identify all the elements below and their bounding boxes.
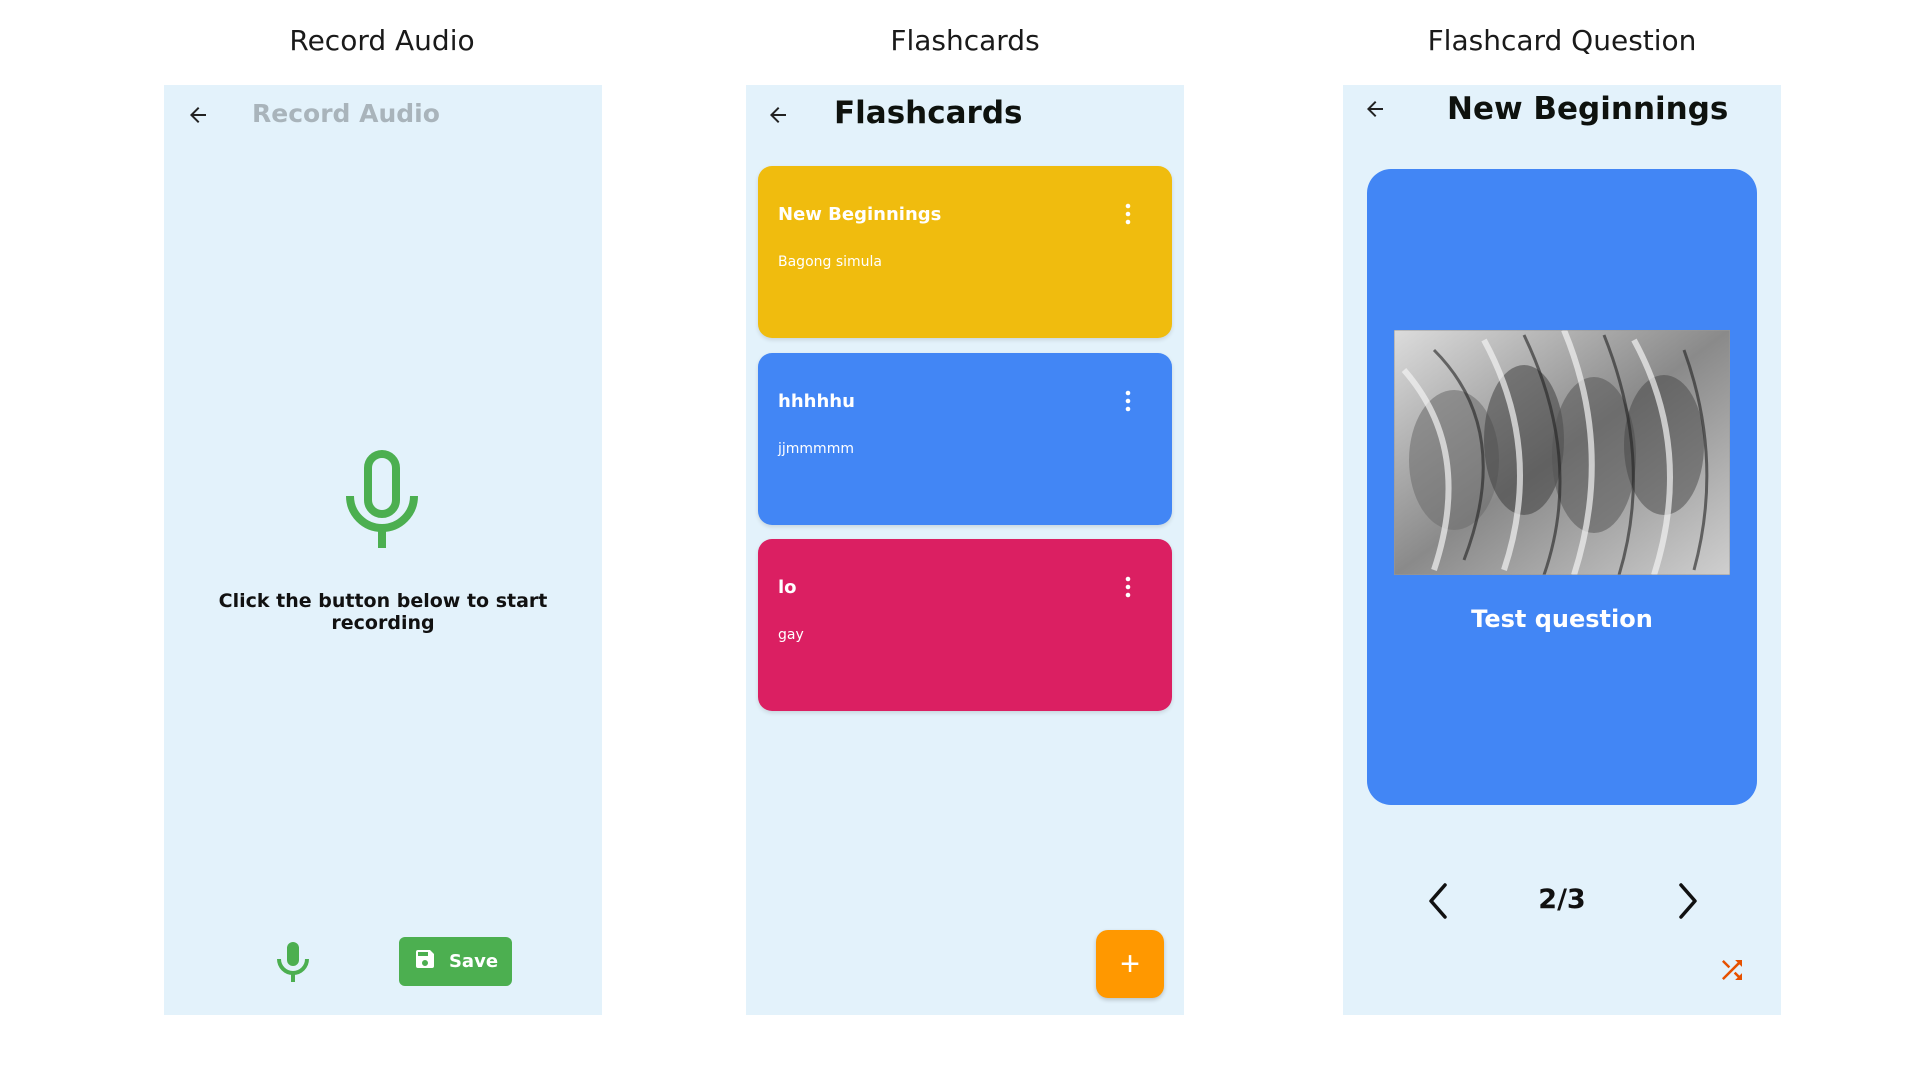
- shuffle-icon[interactable]: [1717, 955, 1747, 985]
- record-mic-button[interactable]: [276, 940, 310, 982]
- flashcard-title: New Beginnings: [778, 204, 942, 225]
- back-arrow-icon[interactable]: [186, 103, 210, 127]
- chevron-left-icon[interactable]: [1423, 881, 1453, 921]
- flashcard-title: lo: [778, 577, 797, 598]
- back-arrow-icon[interactable]: [1363, 97, 1387, 121]
- flashcard-item[interactable]: lo gay: [758, 539, 1172, 711]
- flashcard-question-screen: New Beginnings Test question 2/3: [1343, 85, 1781, 1015]
- caption-flashcards: Flashcards: [890, 24, 1040, 57]
- page-title: New Beginnings: [1447, 91, 1729, 127]
- question-image: [1394, 330, 1730, 575]
- question-card[interactable]: Test question: [1367, 169, 1757, 805]
- page-title: Record Audio: [252, 99, 440, 128]
- caption-flashcard-question: Flashcard Question: [1427, 24, 1697, 57]
- more-vert-icon[interactable]: [1124, 389, 1132, 413]
- flashcard-subtitle: gay: [778, 627, 804, 643]
- more-vert-icon[interactable]: [1124, 202, 1132, 226]
- card-counter: 2/3: [1538, 884, 1586, 915]
- record-prompt: Click the button below to start recordin…: [218, 590, 548, 634]
- add-flashcard-button[interactable]: +: [1096, 930, 1164, 998]
- save-label: Save: [448, 951, 499, 972]
- flashcard-subtitle: jjmmmmm: [778, 441, 854, 457]
- record-audio-screen: Record Audio Click the button below to s…: [164, 85, 602, 1015]
- back-arrow-icon[interactable]: [766, 103, 790, 127]
- floppy-disk-icon: [413, 947, 437, 976]
- chevron-right-icon[interactable]: [1673, 881, 1703, 921]
- flashcards-screen: Flashcards New Beginnings Bagong simula …: [746, 85, 1184, 1015]
- flashcard-item[interactable]: New Beginnings Bagong simula: [758, 166, 1172, 338]
- page-title: Flashcards: [834, 95, 1023, 131]
- flashcard-title: hhhhhu: [778, 391, 855, 412]
- save-button[interactable]: Save: [399, 937, 512, 986]
- plus-icon: +: [1120, 944, 1140, 983]
- more-vert-icon[interactable]: [1124, 575, 1132, 599]
- question-text: Test question: [1471, 605, 1653, 633]
- microphone-icon: [344, 450, 420, 550]
- caption-record-audio: Record Audio: [289, 24, 475, 57]
- flashcard-subtitle: Bagong simula: [778, 254, 883, 270]
- flashcard-item[interactable]: hhhhhu jjmmmmm: [758, 353, 1172, 525]
